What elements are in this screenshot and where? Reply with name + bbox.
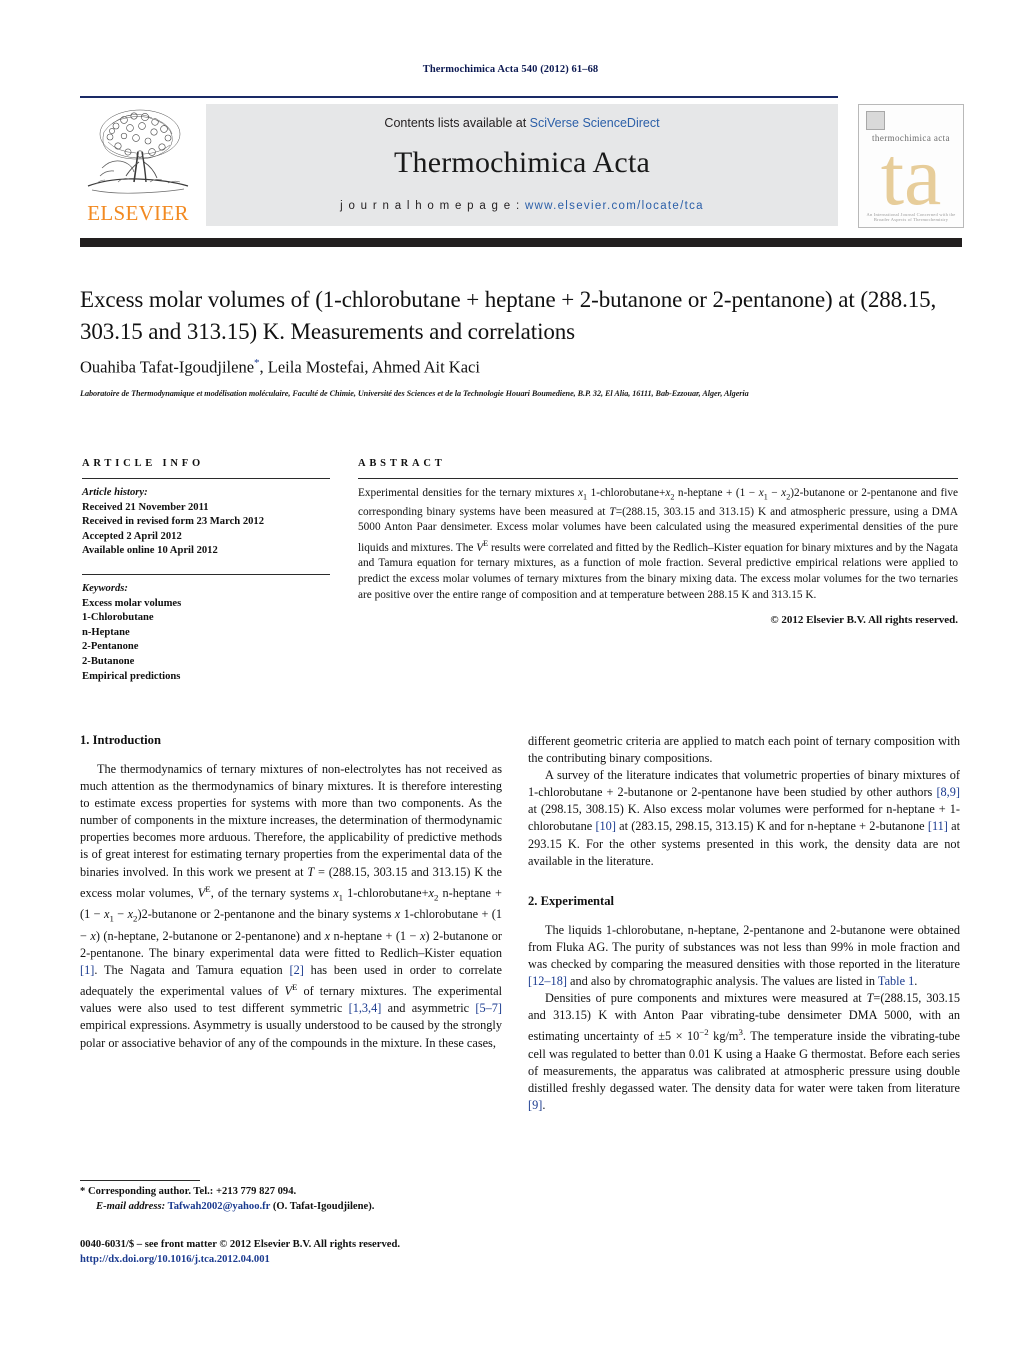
email-owner: (O. Tafat-Igoudjilene). bbox=[272, 1200, 375, 1212]
contents-available-line: Contents lists available at SciVerse Sci… bbox=[206, 116, 838, 130]
journal-homepage-line: j o u r n a l h o m e p a g e : www.else… bbox=[206, 200, 838, 212]
article-info-column: ARTICLE INFO Article history: Received 2… bbox=[82, 458, 330, 684]
doi-link[interactable]: http://dx.doi.org/10.1016/j.tca.2012.04.… bbox=[80, 1253, 600, 1268]
email-label: E-mail address: bbox=[96, 1200, 166, 1212]
citation-link[interactable]: [10] bbox=[595, 819, 616, 833]
citation-link[interactable]: [11] bbox=[928, 819, 948, 833]
paragraph: The thermodynamics of ternary mixtures o… bbox=[80, 762, 503, 1050]
cover-footer-text: An International Journal Concerned with … bbox=[866, 212, 956, 222]
paragraph: Densities of pure components and mixture… bbox=[528, 991, 961, 1112]
homepage-label: j o u r n a l h o m e p a g e : bbox=[340, 200, 525, 212]
abstract-text: Experimental densities for the ternary m… bbox=[358, 487, 959, 601]
keyword-item: 2-Pentanone bbox=[82, 641, 139, 653]
corresponding-author-note: * Corresponding author. Tel.: +213 779 8… bbox=[80, 1186, 297, 1197]
author-list: Ouahiba Tafat-Igoudjilene*, Leila Mostef… bbox=[80, 357, 960, 378]
body-column-left: 1. Introduction The thermodynamics of te… bbox=[80, 733, 502, 1052]
email-link[interactable]: Tafwah2002@yahoo.fr bbox=[168, 1201, 271, 1212]
paragraph: The liquids 1-chlorobutane, n-heptane, 2… bbox=[528, 922, 960, 989]
section-heading-experimental: 2. Experimental bbox=[528, 893, 615, 908]
citation-link[interactable]: [9] bbox=[528, 1098, 542, 1112]
keyword-item: Empirical predictions bbox=[82, 670, 181, 682]
abstract-heading: ABSTRACT bbox=[358, 458, 446, 469]
journal-cover-thumbnail: ta thermochimica acta An International J… bbox=[858, 104, 964, 228]
citation-link[interactable]: [2] bbox=[289, 963, 303, 977]
keywords-block: Keywords: Excess molar volumes 1-Chlorob… bbox=[82, 582, 330, 684]
citation-link[interactable]: [1,3,4] bbox=[349, 1001, 382, 1015]
journal-title: Thermochimica Acta bbox=[394, 146, 650, 179]
abstract-copyright: © 2012 Elsevier B.V. All rights reserved… bbox=[770, 614, 958, 627]
cover-journal-title: thermochimica acta bbox=[872, 133, 950, 143]
keywords-label: Keywords: bbox=[82, 582, 128, 594]
history-item: Received 21 November 2011 bbox=[82, 501, 209, 513]
citation-link[interactable]: [5–7] bbox=[475, 1001, 502, 1015]
elsevier-wordmark: ELSEVIER bbox=[87, 201, 189, 225]
abstract-rule bbox=[358, 478, 958, 479]
keywords-rule bbox=[82, 573, 330, 575]
article-info-heading: ARTICLE INFO bbox=[82, 458, 204, 469]
cover-monogram: ta bbox=[880, 130, 942, 223]
section-heading-introduction: 1. Introduction bbox=[80, 733, 161, 747]
keyword-item: 1-Chlorobutane bbox=[82, 612, 154, 624]
elsevier-tree-icon bbox=[82, 104, 194, 202]
running-head: Thermochimica Acta 540 (2012) 61–68 bbox=[422, 64, 599, 75]
masthead-top-rule bbox=[80, 96, 838, 98]
elsevier-logo: ELSEVIER bbox=[82, 104, 194, 226]
history-item: Accepted 2 April 2012 bbox=[82, 530, 182, 542]
masthead-divider-bar bbox=[80, 238, 962, 247]
keyword-item: Excess molar volumes bbox=[82, 597, 182, 609]
page-title: Excess molar volumes of (1-chlorobutane … bbox=[80, 287, 937, 344]
abstract-column: ABSTRACT Experimental densities for the … bbox=[358, 458, 958, 626]
keyword-item: 2-Butanone bbox=[82, 655, 135, 667]
footnote-block: * Corresponding author. Tel.: +213 779 8… bbox=[80, 1185, 520, 1214]
history-item: Available online 10 April 2012 bbox=[82, 545, 218, 557]
paragraph: different geometric criteria are applied… bbox=[528, 734, 960, 766]
table-link[interactable]: Table 1 bbox=[878, 974, 914, 988]
paragraph: A survey of the literature indicates tha… bbox=[528, 768, 960, 868]
citation-link[interactable]: [1] bbox=[80, 963, 94, 977]
contents-prefix: Contents lists available at bbox=[384, 116, 530, 130]
cover-elsevier-mark bbox=[866, 111, 885, 130]
journal-masthead-band: Contents lists available at SciVerse Sci… bbox=[206, 104, 838, 226]
email-note: E-mail address: Tafwah2002@yahoo.fr (O. … bbox=[80, 1200, 520, 1215]
corresponding-author-name: Ouahiba Tafat-Igoudjilene bbox=[80, 357, 255, 377]
sciencedirect-link[interactable]: SciVerse ScienceDirect bbox=[530, 116, 660, 130]
citation-link[interactable]: [8,9] bbox=[936, 785, 960, 799]
history-item: Received in revised form 23 March 2012 bbox=[82, 516, 265, 528]
issn-line: 0040-6031/$ – see front matter © 2012 El… bbox=[80, 1239, 400, 1250]
article-info-rule bbox=[82, 478, 330, 479]
journal-article-page: Thermochimica Acta 540 (2012) 61–68 ELSE… bbox=[0, 0, 1021, 1351]
footnote-rule bbox=[80, 1180, 200, 1181]
other-authors: , Leila Mostefai, Ahmed Ait Kaci bbox=[259, 357, 480, 377]
keyword-item: n-Heptane bbox=[82, 626, 130, 638]
article-history-label: Article history: bbox=[82, 487, 148, 498]
citation-link[interactable]: [12–18] bbox=[528, 974, 567, 988]
body-column-right: different geometric criteria are applied… bbox=[528, 733, 960, 1114]
article-history-block: Article history: Received 21 November 20… bbox=[82, 486, 330, 559]
affiliation: Laboratoire de Thermodynamique et modéli… bbox=[80, 389, 749, 398]
homepage-url[interactable]: www.elsevier.com/locate/tca bbox=[525, 200, 704, 212]
issn-block: 0040-6031/$ – see front matter © 2012 El… bbox=[80, 1238, 600, 1267]
